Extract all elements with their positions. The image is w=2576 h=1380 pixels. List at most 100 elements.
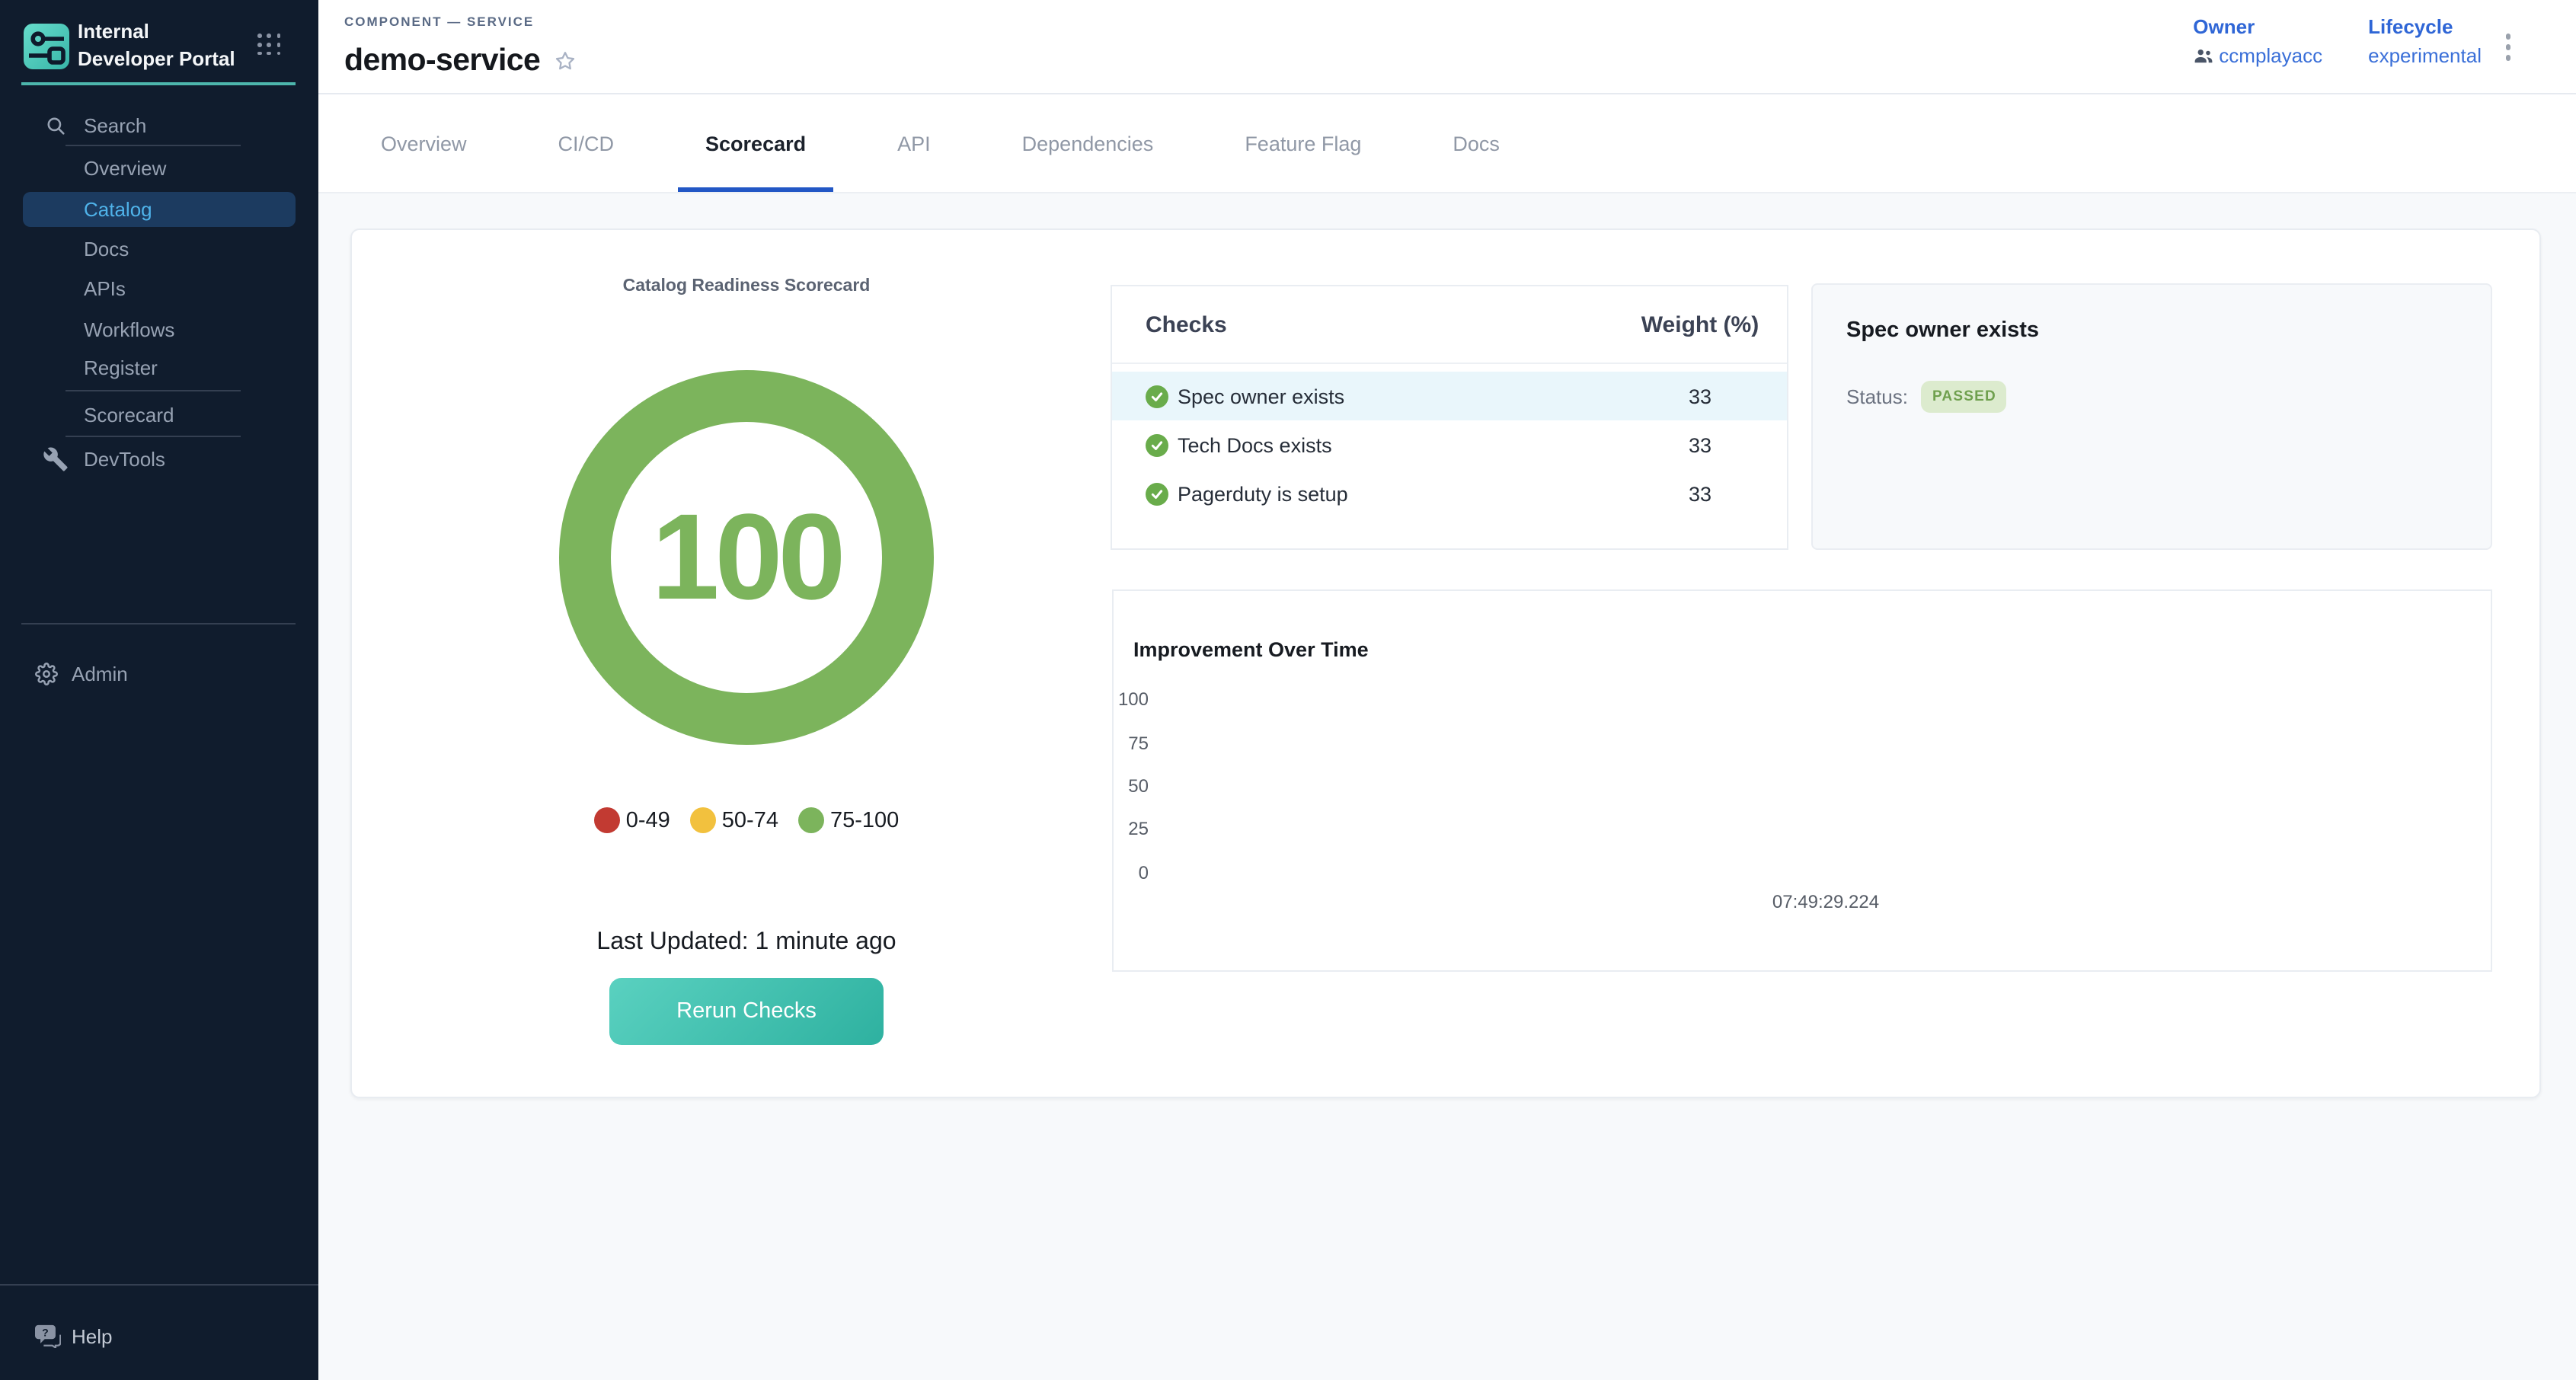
portal-logo-icon — [23, 23, 70, 70]
check-passed-icon — [1146, 385, 1168, 407]
sidebar-item-catalog[interactable]: Catalog — [23, 191, 296, 227]
sidebar-item-label: Workflows — [84, 318, 174, 340]
sidebar-item-apis[interactable]: APIs — [0, 270, 318, 307]
improvement-chart: Improvement Over Time 100 75 50 25 0 07:… — [1112, 589, 2492, 972]
app-root: Internal Developer Portal Search Overvie… — [0, 0, 2576, 1380]
breadcrumb: COMPONENT — SERVICE — [344, 14, 534, 29]
legend-dot-green — [798, 807, 824, 833]
chart-title: Improvement Over Time — [1133, 638, 1369, 661]
table-row[interactable]: Tech Docs exists 33 — [1112, 420, 1787, 469]
score-value: 100 — [652, 487, 842, 628]
apps-grid-icon[interactable] — [257, 34, 282, 56]
weight-column-header: Weight (%) — [1616, 311, 1784, 337]
lifecycle-value-text: experimental — [2368, 44, 2482, 67]
check-passed-icon — [1146, 482, 1168, 505]
wrench-icon — [43, 446, 69, 472]
sidebar-item-label: Overview — [84, 156, 166, 179]
check-name: Pagerduty is setup — [1178, 482, 1616, 505]
sidebar-divider — [66, 390, 241, 391]
sidebar-item-label: Register — [84, 356, 158, 379]
check-name: Tech Docs exists — [1178, 433, 1616, 456]
score-legend: 0-49 50-74 75-100 — [367, 807, 1126, 833]
sidebar-item-label: DevTools — [84, 448, 165, 471]
check-name: Spec owner exists — [1178, 385, 1616, 407]
legend-item-mid: 50-74 — [690, 807, 778, 833]
y-axis-tick: 0 — [1114, 862, 1149, 883]
x-axis-tick: 07:49:29.224 — [1749, 891, 1903, 912]
sidebar: Internal Developer Portal Search Overvie… — [0, 0, 318, 1380]
tab-scorecard[interactable]: Scorecard — [678, 94, 833, 192]
legend-item-low: 0-49 — [594, 807, 670, 833]
search-icon — [46, 115, 66, 135]
legend-dot-red — [594, 807, 620, 833]
sidebar-divider — [66, 436, 241, 437]
page-title: demo-service — [344, 43, 540, 79]
lifecycle-value: experimental — [2368, 44, 2482, 67]
scorecard-card: Catalog Readiness Scorecard 100 0-49 50-… — [350, 228, 2541, 1098]
y-axis-tick: 50 — [1114, 775, 1149, 797]
owner-block: Owner ccmplayacc — [2193, 15, 2322, 67]
sidebar-search[interactable]: Search — [0, 107, 318, 143]
score-gauge: 100 — [559, 370, 934, 745]
check-passed-icon — [1146, 433, 1168, 456]
legend-label: 75-100 — [830, 808, 899, 832]
sidebar-item-label: Scorecard — [84, 403, 174, 426]
checks-table-header: Checks Weight (%) — [1112, 286, 1787, 364]
legend-item-high: 75-100 — [798, 807, 899, 833]
sidebar-divider — [66, 145, 241, 146]
more-options-kebab-icon[interactable] — [2501, 29, 2515, 65]
y-axis-tick: 100 — [1114, 688, 1149, 710]
content-area: Catalog Readiness Scorecard 100 0-49 50-… — [318, 193, 2576, 1380]
sidebar-item-label: Docs — [84, 238, 129, 260]
svg-text:?: ? — [42, 1327, 49, 1340]
sidebar-divider — [0, 1283, 318, 1285]
status-badge: PASSED — [1922, 381, 2007, 413]
sidebar-item-register[interactable]: Register — [0, 350, 318, 386]
sidebar-item-workflows[interactable]: Workflows — [0, 311, 318, 347]
sidebar-item-label: Admin — [72, 662, 128, 685]
rerun-checks-button[interactable]: Rerun Checks — [609, 978, 884, 1045]
owner-value[interactable]: ccmplayacc — [2193, 44, 2322, 67]
legend-label: 0-49 — [626, 808, 670, 832]
scorecard-title: Catalog Readiness Scorecard — [367, 277, 1126, 295]
brand-title: Internal Developer Portal — [78, 18, 248, 72]
owner-value-text: ccmplayacc — [2219, 44, 2322, 67]
table-row[interactable]: Pagerduty is setup 33 — [1112, 469, 1787, 518]
gear-icon — [35, 662, 58, 685]
tab-feature-flag[interactable]: Feature Flag — [1217, 94, 1389, 192]
sidebar-item-scorecard[interactable]: Scorecard — [0, 396, 318, 433]
check-weight: 33 — [1616, 433, 1784, 456]
lifecycle-block: Lifecycle experimental — [2368, 15, 2482, 67]
check-weight: 33 — [1616, 385, 1784, 407]
check-weight: 33 — [1616, 482, 1784, 505]
gauge-column: Catalog Readiness Scorecard 100 0-49 50-… — [367, 230, 1126, 1097]
sidebar-item-docs[interactable]: Docs — [0, 231, 318, 267]
tab-overview[interactable]: Overview — [353, 94, 494, 192]
sidebar-item-admin[interactable]: Admin — [0, 655, 318, 692]
table-row[interactable]: Spec owner exists 33 — [1112, 372, 1787, 420]
favorite-star-icon[interactable] — [554, 50, 575, 72]
owner-label[interactable]: Owner — [2193, 15, 2322, 38]
last-updated-text: Last Updated: 1 minute ago — [367, 929, 1126, 957]
group-icon — [2193, 47, 2213, 64]
y-axis-tick: 75 — [1114, 733, 1149, 754]
sidebar-search-label: Search — [84, 113, 146, 136]
check-detail-panel: Spec owner exists Status: PASSED — [1811, 283, 2492, 550]
legend-dot-yellow — [690, 807, 716, 833]
sidebar-item-devtools[interactable]: DevTools — [0, 441, 318, 478]
sidebar-item-help[interactable]: ? Help — [0, 1318, 318, 1354]
sidebar-item-label: Help — [72, 1324, 113, 1347]
sidebar-divider — [21, 623, 296, 625]
help-chat-icon: ? — [35, 1324, 61, 1348]
tab-cicd[interactable]: CI/CD — [531, 94, 642, 192]
checks-column-header: Checks — [1146, 311, 1616, 337]
checks-table: Checks Weight (%) Spec owner exists 33 — [1111, 285, 1788, 550]
sidebar-item-overview[interactable]: Overview — [0, 149, 318, 186]
tab-docs[interactable]: Docs — [1425, 94, 1527, 192]
entity-meta: Owner ccmplayacc — [2193, 15, 2482, 67]
sidebar-item-label: APIs — [84, 277, 126, 300]
tab-api[interactable]: API — [870, 94, 958, 192]
tab-dependencies[interactable]: Dependencies — [995, 94, 1181, 192]
lifecycle-label[interactable]: Lifecycle — [2368, 15, 2482, 38]
legend-label: 50-74 — [722, 808, 778, 832]
